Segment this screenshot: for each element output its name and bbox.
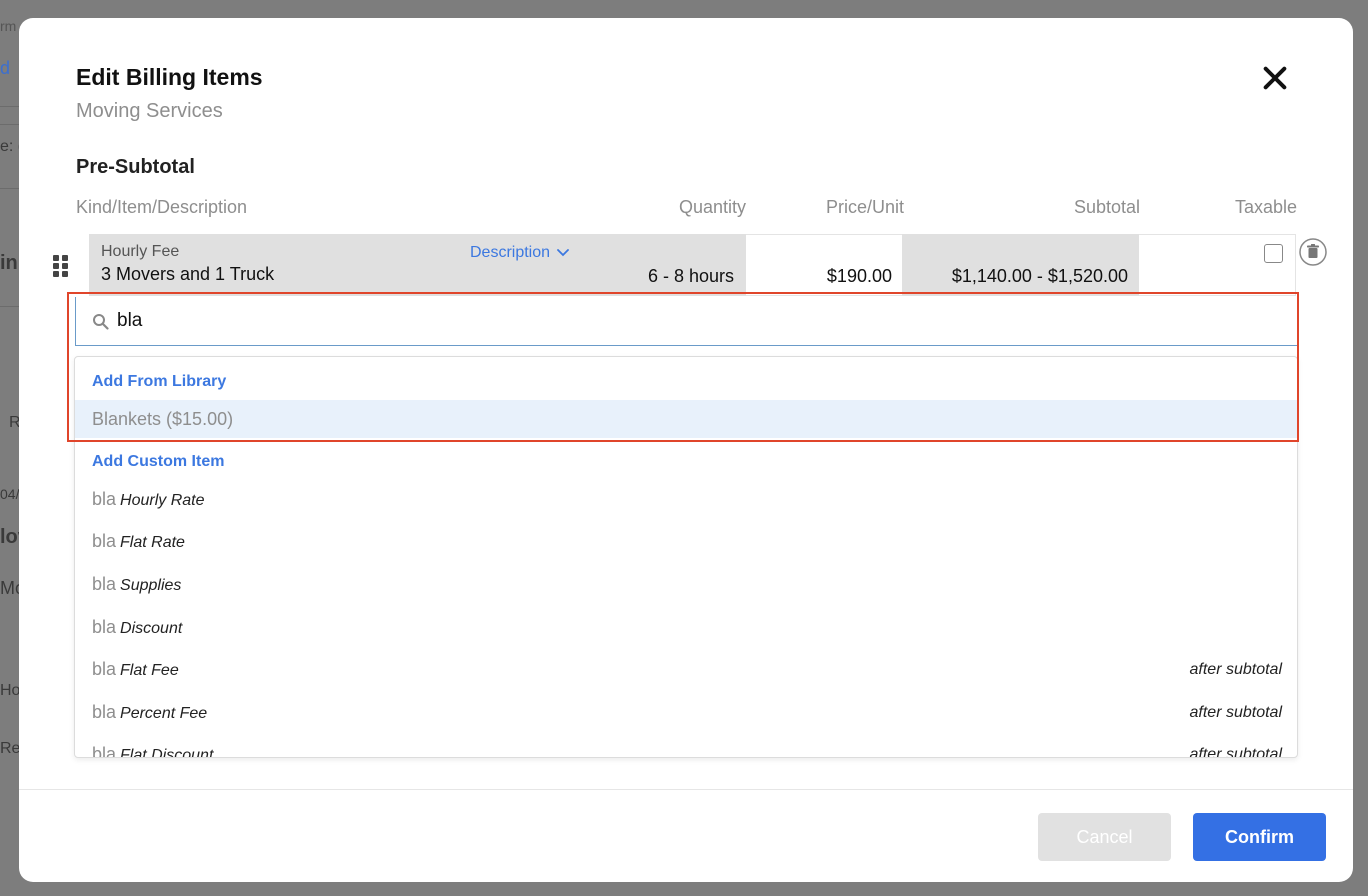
bg-fragment: Re	[0, 740, 21, 757]
row-item-name: 3 Movers and 1 Truck	[101, 264, 275, 284]
custom-item-kind: Flat Fee	[120, 662, 179, 679]
delete-row-button[interactable]	[1299, 238, 1327, 266]
trash-icon	[1299, 238, 1327, 266]
bg-fragment: 04/	[0, 486, 20, 502]
item-suggestions-dropdown: Add From Library Blankets ($15.00) Add C…	[74, 356, 1298, 758]
custom-item[interactable]: bla Flat Discount after subtotal	[92, 744, 1283, 758]
cancel-button[interactable]: Cancel	[1038, 813, 1171, 861]
footer-divider	[19, 789, 1353, 790]
custom-item-kind: Discount	[120, 620, 183, 637]
bg-fragment: d	[0, 58, 11, 78]
custom-item[interactable]: bla Percent Fee after subtotal	[92, 702, 1282, 723]
library-header: Add From Library	[92, 373, 227, 390]
modal-title: Edit Billing Items	[76, 64, 263, 90]
row-kind: Hourly Fee	[101, 243, 180, 260]
bg-fragment: rm	[0, 18, 17, 34]
custom-item-prefix: bla	[92, 702, 117, 722]
custom-item-prefix: bla	[92, 617, 117, 637]
taxable-checkbox[interactable]	[1264, 244, 1283, 263]
column-header-kind: Kind/Item/Description	[76, 197, 248, 217]
column-header-quantity: Quantity	[678, 197, 746, 217]
custom-item[interactable]: bla Hourly Rate	[92, 489, 1282, 510]
row-subtotal: $1,140.00 - $1,520.00	[951, 266, 1128, 286]
custom-item-kind: Hourly Rate	[120, 492, 205, 509]
custom-header: Add Custom Item	[92, 453, 225, 470]
custom-item[interactable]: bla Flat Rate	[92, 531, 1282, 552]
row-price[interactable]: $190.00	[827, 266, 892, 287]
edit-billing-modal: Edit Billing Items Moving Services Pre-S…	[19, 18, 1353, 882]
custom-item-prefix: bla	[92, 531, 117, 551]
close-button[interactable]	[1259, 62, 1295, 98]
confirm-button[interactable]: Confirm	[1193, 813, 1326, 861]
description-label: Description	[470, 244, 551, 261]
custom-item-kind: Flat Rate	[120, 534, 185, 551]
row-quantity: 6 - 8 hours	[647, 266, 734, 286]
custom-item-note: after subtotal	[1189, 746, 1283, 758]
search-input[interactable]	[117, 310, 1117, 332]
search-icon	[93, 313, 109, 330]
chevron-down-icon	[557, 249, 569, 257]
bg-divider	[0, 124, 20, 125]
close-icon	[1263, 66, 1287, 90]
custom-item[interactable]: bla Flat Fee after subtotal	[92, 659, 1282, 680]
bg-divider	[0, 188, 20, 189]
section-title: Pre-Subtotal	[76, 156, 195, 178]
drag-handle-icon[interactable]	[52, 254, 70, 278]
item-search-box[interactable]	[75, 297, 1298, 346]
custom-item-kind: Flat Discount	[120, 747, 214, 758]
library-item[interactable]: Blankets ($15.00)	[75, 400, 1297, 438]
custom-item-prefix: bla	[92, 489, 117, 509]
custom-item-kind: Supplies	[120, 577, 182, 594]
column-header-price: Price/Unit	[825, 197, 904, 217]
column-header-subtotal: Subtotal	[1073, 197, 1140, 217]
custom-item[interactable]: bla Discount	[92, 617, 1282, 638]
custom-item[interactable]: bla Supplies	[92, 574, 1282, 595]
description-toggle[interactable]: Description	[470, 244, 570, 262]
custom-item-note: after subtotal	[1189, 661, 1283, 678]
custom-item-prefix: bla	[92, 659, 117, 679]
bg-fragment: Ho	[0, 682, 21, 699]
custom-item-prefix: bla	[92, 574, 117, 594]
custom-item-kind: Percent Fee	[120, 705, 208, 722]
bg-divider	[0, 106, 20, 107]
bg-divider	[0, 306, 20, 307]
modal-subtitle: Moving Services	[76, 100, 223, 122]
custom-item-prefix: bla	[92, 744, 117, 758]
column-header-taxable: Taxable	[1234, 197, 1297, 217]
custom-item-note: after subtotal	[1189, 704, 1283, 721]
bg-fragment: in	[0, 252, 18, 274]
